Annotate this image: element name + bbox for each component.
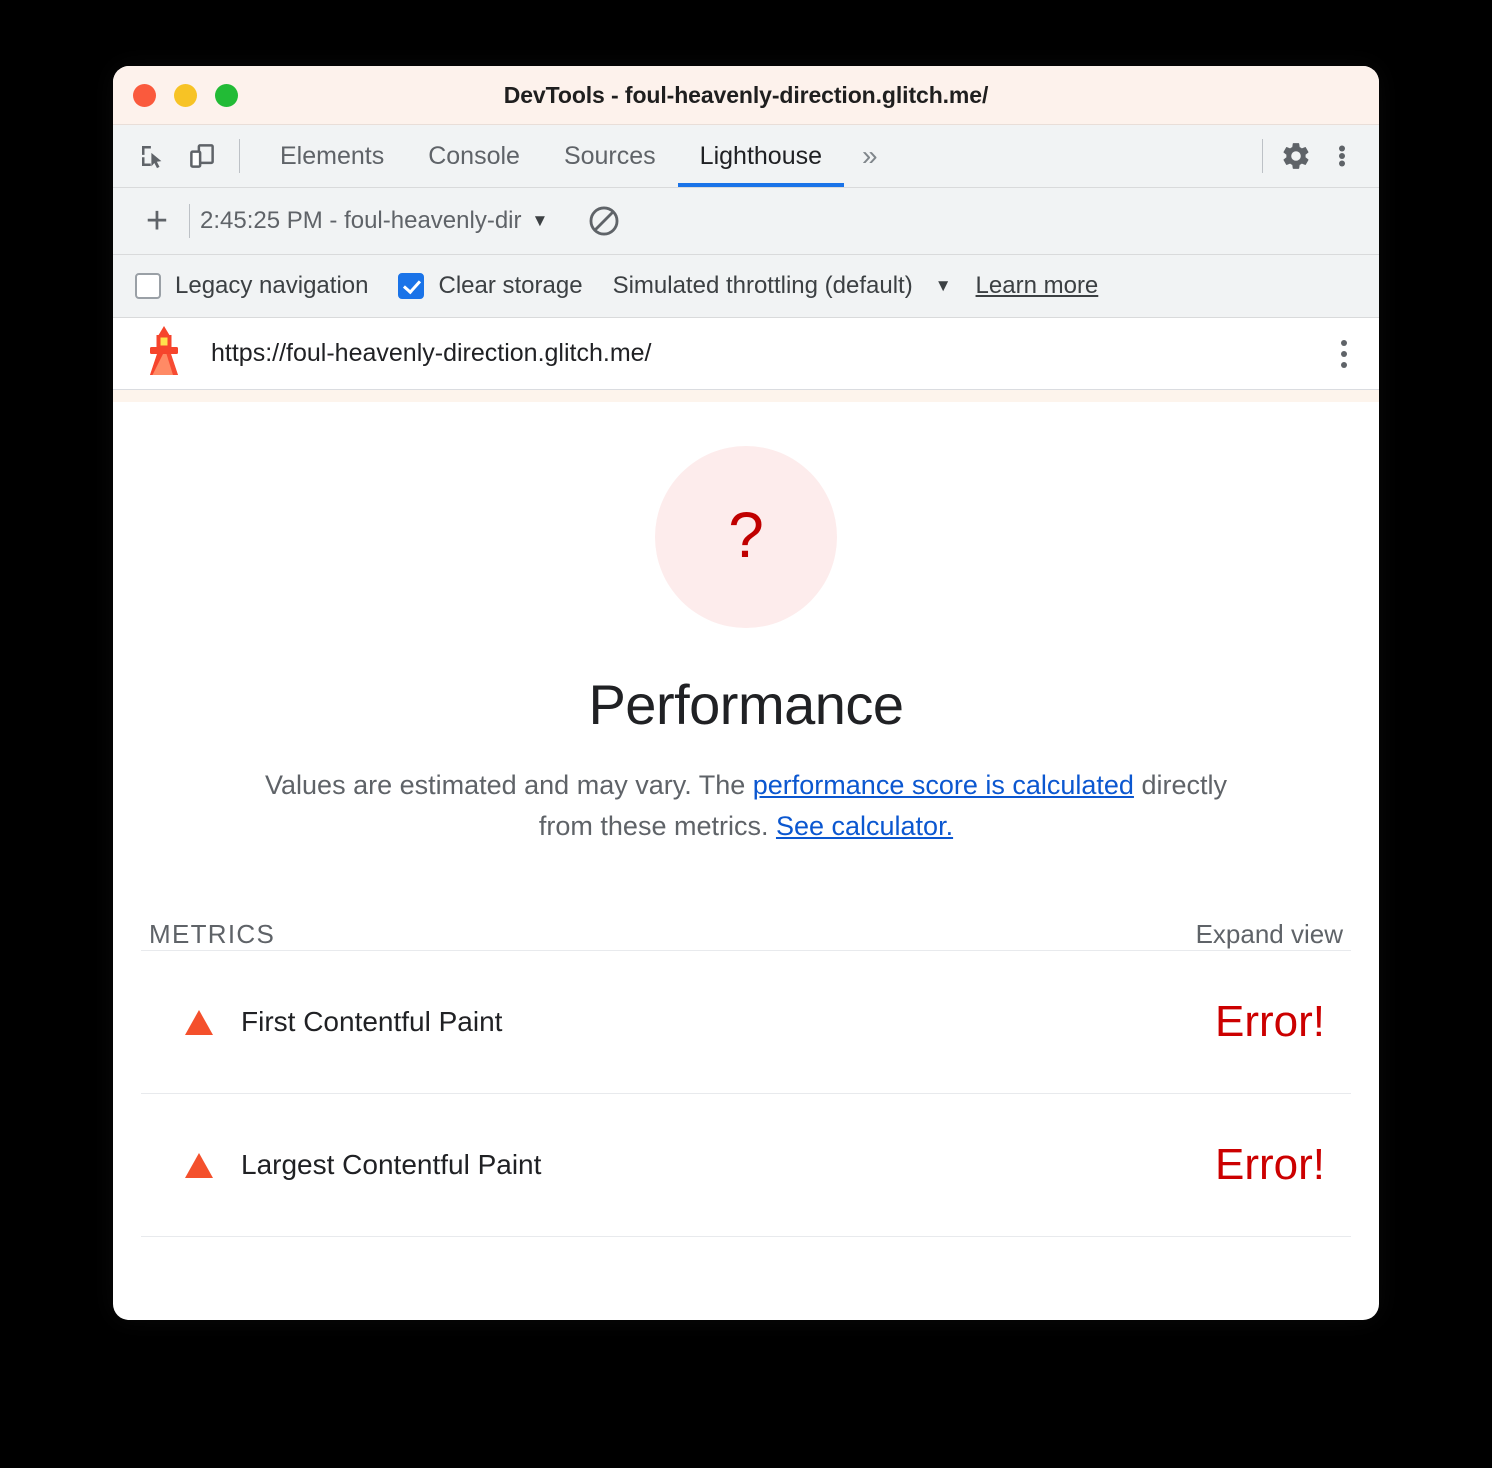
table-row[interactable]: Largest Contentful Paint Error! [141, 1093, 1351, 1236]
tab-console-label: Console [428, 141, 520, 170]
window-controls [113, 83, 238, 107]
tab-elements-label: Elements [280, 141, 385, 170]
toolbar-divider [239, 139, 240, 173]
metric-name: First Contentful Paint [241, 1006, 503, 1038]
lighthouse-action-bar: + 2:45:25 PM - foul-heavenly-dir ▼ [113, 188, 1379, 255]
report-options-dot [1341, 350, 1347, 357]
category-description-text-1: Values are estimated and may vary. The [265, 770, 753, 800]
metric-name: Largest Contentful Paint [241, 1149, 542, 1181]
report-run-selector-value: 2:45:25 PM - foul-heavenly-dir [200, 207, 522, 234]
new-report-button[interactable]: + [135, 202, 179, 240]
metric-value: Error! [1215, 1140, 1325, 1190]
expand-view-toggle[interactable]: Expand view [1196, 919, 1343, 950]
tab-sources[interactable]: Sources [542, 125, 678, 187]
devtools-tool-icons [113, 125, 250, 187]
chevron-down-icon[interactable]: ▼ [935, 276, 952, 296]
legacy-navigation-checkbox-box[interactable] [135, 273, 161, 299]
performance-score-calculated-link[interactable]: performance score is calculated [753, 770, 1134, 800]
tab-lighthouse[interactable]: Lighthouse [677, 125, 845, 187]
more-tabs-icon[interactable]: » [844, 125, 896, 187]
category-gauge-wrapper: ? [113, 446, 1379, 628]
report-options-dot [1341, 339, 1347, 346]
window-title: DevTools - foul-heavenly-direction.glitc… [503, 81, 989, 108]
page-title: Performance [588, 673, 904, 736]
metrics-section-title: METRICS [149, 919, 276, 950]
window-titlebar: DevTools - foul-heavenly-direction.glitc… [113, 66, 1379, 125]
fail-triangle-icon [185, 1152, 213, 1178]
lighthouse-logo-icon [139, 324, 189, 383]
clear-storage-checkbox[interactable]: Clear storage [398, 272, 583, 300]
fail-triangle-icon [185, 1009, 213, 1035]
lighthouse-settings-bar: Legacy navigation Clear storage Simulate… [113, 255, 1379, 318]
tab-sources-label: Sources [563, 141, 656, 170]
metrics-section: METRICS Expand view First Contentful Pai… [141, 919, 1351, 1238]
devtools-tabstrip: Elements Console Sources Lighthouse » [113, 125, 1379, 188]
screen-background: DevTools - foul-heavenly-direction.glitc… [0, 0, 1492, 1468]
tab-elements[interactable]: Elements [258, 125, 406, 187]
tab-console[interactable]: Console [406, 125, 542, 187]
report-options-icon[interactable] [1331, 332, 1357, 376]
legacy-navigation-checkbox[interactable]: Legacy navigation [135, 272, 368, 300]
report-url: https://foul-heavenly-direction.glitch.m… [211, 339, 652, 367]
clear-all-icon[interactable] [582, 199, 626, 243]
minimize-window-button[interactable] [174, 83, 197, 107]
clear-storage-label: Clear storage [438, 272, 583, 299]
table-row[interactable]: First Contentful Paint Error! [141, 950, 1351, 1093]
lighthouse-report: ? Performance Values are estimated and m… [113, 402, 1379, 1238]
performance-score-gauge[interactable]: ? [655, 446, 837, 628]
learn-more-link[interactable]: Learn more [976, 272, 1099, 300]
device-toolbar-icon[interactable] [179, 133, 225, 179]
close-window-button[interactable] [133, 83, 156, 107]
legacy-navigation-label: Legacy navigation [175, 272, 369, 299]
metric-value: Error! [1215, 997, 1325, 1047]
maximize-window-button[interactable] [215, 83, 238, 107]
metrics-bottom-divider [141, 1236, 1351, 1238]
more-options-icon[interactable] [1319, 133, 1365, 179]
see-calculator-link[interactable]: See calculator. [776, 811, 953, 841]
report-options-dot [1341, 361, 1347, 368]
devtools-tabstrip-actions [1252, 125, 1379, 187]
devtools-window: DevTools - foul-heavenly-direction.glitc… [113, 66, 1379, 1320]
settings-gear-icon[interactable] [1273, 133, 1319, 179]
chevron-down-icon: ▼ [531, 211, 549, 230]
clear-storage-checkbox-box[interactable] [398, 273, 425, 299]
tab-lighthouse-label: Lighthouse [699, 141, 822, 170]
more-tabs-label: » [862, 140, 878, 171]
report-header-accent-strip [113, 390, 1379, 402]
inspect-element-icon[interactable] [129, 133, 175, 179]
metrics-section-header: METRICS Expand view [141, 919, 1351, 950]
actionbar-divider [189, 204, 190, 238]
report-url-bar: https://foul-heavenly-direction.glitch.m… [113, 318, 1379, 390]
report-run-selector[interactable]: 2:45:25 PM - foul-heavenly-dir ▼ [200, 207, 548, 235]
tabstrip-divider [1262, 139, 1263, 173]
gauge-error-symbol: ? [728, 499, 764, 571]
throttling-select-value[interactable]: Simulated throttling (default) [613, 272, 913, 300]
devtools-panel-tabs: Elements Console Sources Lighthouse » [258, 125, 896, 187]
category-description: Values are estimated and may vary. The p… [251, 765, 1241, 847]
